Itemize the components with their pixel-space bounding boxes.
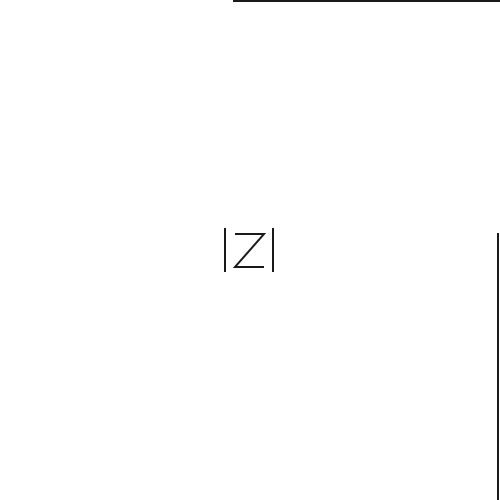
z-logo: Z <box>223 227 275 273</box>
logo-letter: Z <box>223 273 224 274</box>
right-frame-line <box>497 233 499 500</box>
z-logo-mark-icon <box>224 228 274 272</box>
top-frame-line <box>233 0 500 2</box>
